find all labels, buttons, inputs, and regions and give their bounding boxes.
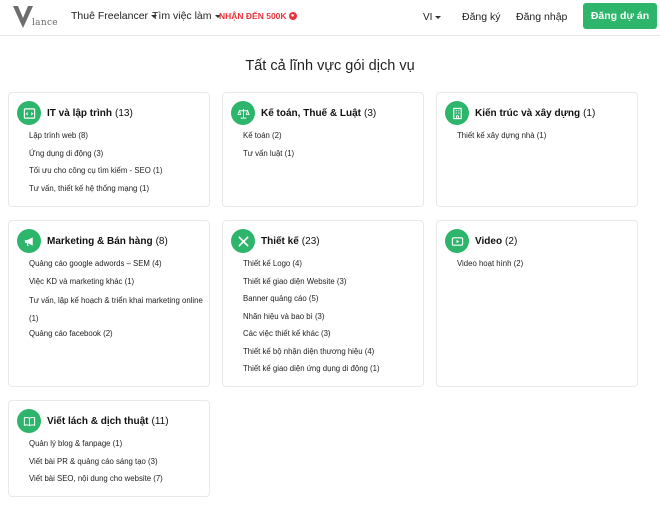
logo-text: lance bbox=[32, 18, 58, 28]
category-header[interactable]: Thiết kế (23) bbox=[231, 229, 320, 253]
vlance-logo[interactable]: lance bbox=[12, 4, 58, 32]
subcategory-link[interactable]: Tư vấn luật (1) bbox=[243, 147, 294, 165]
category-card-it: IT và lập trình (13) Lập trình web (8) Ứ… bbox=[8, 92, 210, 207]
chevron-down-icon bbox=[435, 16, 442, 19]
subcategory-link[interactable]: Quản lý blog & fanpage (1) bbox=[29, 437, 163, 455]
subcategory-list: Kế toán (2) Tư vấn luật (1) bbox=[243, 129, 294, 164]
page-title: Tất cả lĩnh vực gói dịch vụ bbox=[245, 58, 415, 74]
subcategory-link[interactable]: Tối ưu cho công cụ tìm kiếm - SEO (1) bbox=[29, 164, 162, 182]
logo-v-mark bbox=[13, 6, 33, 28]
promo-link[interactable]: NHẬN ĐẾN 500K ● bbox=[219, 11, 297, 21]
post-project-button[interactable]: Đăng dự án bbox=[583, 3, 657, 29]
category-title: Viết lách & dịch thuật bbox=[47, 415, 149, 427]
category-count: (1) bbox=[583, 107, 596, 119]
category-title: Thiết kế bbox=[261, 235, 299, 247]
register-link[interactable]: Đăng ký bbox=[462, 11, 501, 23]
language-selector[interactable]: VI bbox=[423, 12, 442, 23]
category-card-video: Video (2) Video hoạt hình (2) bbox=[436, 220, 638, 387]
category-count: (3) bbox=[364, 107, 377, 119]
category-title: Marketing & Bán hàng bbox=[47, 235, 153, 247]
subcategory-link[interactable]: Banner quảng cáo (5) bbox=[243, 292, 380, 310]
video-play-icon bbox=[445, 229, 469, 253]
category-title: IT và lập trình bbox=[47, 107, 113, 119]
megaphone-icon bbox=[17, 229, 41, 253]
subcategory-list: Thiết kế xây dựng nhà (1) bbox=[457, 129, 546, 147]
open-book-icon bbox=[17, 409, 41, 433]
subcategory-list: Video hoạt hình (2) bbox=[457, 257, 523, 275]
subcategory-link[interactable]: Các việc thiết kế khác (3) bbox=[243, 327, 380, 345]
subcategory-link[interactable]: Thiết kế bộ nhận diện thương hiệu (4) bbox=[243, 345, 380, 363]
category-count: (8) bbox=[155, 235, 168, 247]
category-count: (13) bbox=[115, 107, 133, 119]
promo-label: NHẬN ĐẾN 500K bbox=[219, 11, 287, 21]
nav-find-jobs[interactable]: Tìm việc làm bbox=[152, 10, 221, 22]
category-card-marketing: Marketing & Bán hàng (8) Quảng cáo googl… bbox=[8, 220, 210, 387]
building-icon bbox=[445, 101, 469, 125]
nav-find-jobs-label: Tìm việc làm bbox=[152, 10, 212, 22]
category-card-architecture: Kiến trúc và xây dựng (1) Thiết kế xây d… bbox=[436, 92, 638, 207]
category-header[interactable]: Kiến trúc và xây dựng (1) bbox=[445, 101, 595, 125]
category-card-accounting: Kế toán, Thuế & Luật (3) Kế toán (2) Tư … bbox=[222, 92, 424, 207]
subcategory-link[interactable]: Thiết kế giao diện ứng dụng di động (1) bbox=[243, 362, 380, 380]
subcategory-link[interactable]: Nhãn hiệu và bao bì (3) bbox=[243, 310, 380, 328]
gift-badge-icon: ● bbox=[288, 12, 297, 20]
category-count: (11) bbox=[151, 415, 169, 427]
category-count: (23) bbox=[301, 235, 320, 247]
category-header[interactable]: Viết lách & dịch thuật (11) bbox=[17, 409, 169, 433]
category-header[interactable]: Kế toán, Thuế & Luật (3) bbox=[231, 101, 376, 125]
design-tools-icon bbox=[231, 229, 255, 253]
subcategory-link[interactable]: Lập trình web (8) bbox=[29, 129, 162, 147]
scales-icon bbox=[231, 101, 255, 125]
subcategory-list: Quản lý blog & fanpage (1) Viết bài PR &… bbox=[29, 437, 163, 490]
category-card-design: Thiết kế (23) Thiết kế Logo (4) Thiết kế… bbox=[222, 220, 424, 387]
subcategory-link[interactable]: Thiết kế Logo (4) bbox=[243, 257, 380, 275]
subcategory-link[interactable]: Việc KD và marketing khác (1) bbox=[29, 275, 211, 293]
subcategory-list: Thiết kế Logo (4) Thiết kế giao diện Web… bbox=[243, 257, 380, 380]
top-navbar: lance Thuê Freelancer Tìm việc làm NHẬN … bbox=[0, 0, 660, 36]
nav-hire-freelancer[interactable]: Thuê Freelancer bbox=[71, 10, 158, 22]
nav-hire-freelancer-label: Thuê Freelancer bbox=[71, 10, 149, 22]
subcategory-link[interactable]: Tư vấn, thiết kế hệ thống mạng (1) bbox=[29, 182, 162, 200]
subcategory-link[interactable]: Kế toán (2) bbox=[243, 129, 294, 147]
subcategory-list: Quảng cáo google adwords – SEM (4) Việc … bbox=[29, 257, 211, 345]
category-title: Kế toán, Thuế & Luật bbox=[261, 107, 361, 119]
subcategory-link[interactable]: Video hoạt hình (2) bbox=[457, 257, 523, 275]
category-count: (2) bbox=[505, 235, 518, 247]
code-window-icon bbox=[17, 101, 41, 125]
subcategory-link[interactable]: Quảng cáo facebook (2) bbox=[29, 327, 211, 345]
language-value: VI bbox=[423, 12, 433, 23]
subcategory-link[interactable]: Thiết kế giao diện Website (3) bbox=[243, 275, 380, 293]
category-header[interactable]: Marketing & Bán hàng (8) bbox=[17, 229, 168, 253]
subcategory-link[interactable]: Quảng cáo google adwords – SEM (4) bbox=[29, 257, 211, 275]
login-link[interactable]: Đăng nhập bbox=[516, 11, 567, 23]
category-header[interactable]: IT và lập trình (13) bbox=[17, 101, 133, 125]
category-card-writing: Viết lách & dịch thuật (11) Quản lý blog… bbox=[8, 400, 210, 497]
category-title: Video bbox=[475, 235, 503, 247]
subcategory-link[interactable]: Thiết kế xây dựng nhà (1) bbox=[457, 129, 546, 147]
subcategory-link[interactable]: Tư vấn, lập kế hoạch & triển khai market… bbox=[29, 292, 211, 327]
subcategory-link[interactable]: Viết bài PR & quảng cáo sáng tạo (3) bbox=[29, 455, 163, 473]
subcategory-link[interactable]: Ứng dụng di động (3) bbox=[29, 147, 162, 165]
subcategory-link[interactable]: Viết bài SEO, nội dung cho website (7) bbox=[29, 472, 163, 490]
category-title: Kiến trúc và xây dựng bbox=[475, 107, 581, 119]
category-header[interactable]: Video (2) bbox=[445, 229, 517, 253]
subcategory-list: Lập trình web (8) Ứng dụng di động (3) T… bbox=[29, 129, 162, 199]
